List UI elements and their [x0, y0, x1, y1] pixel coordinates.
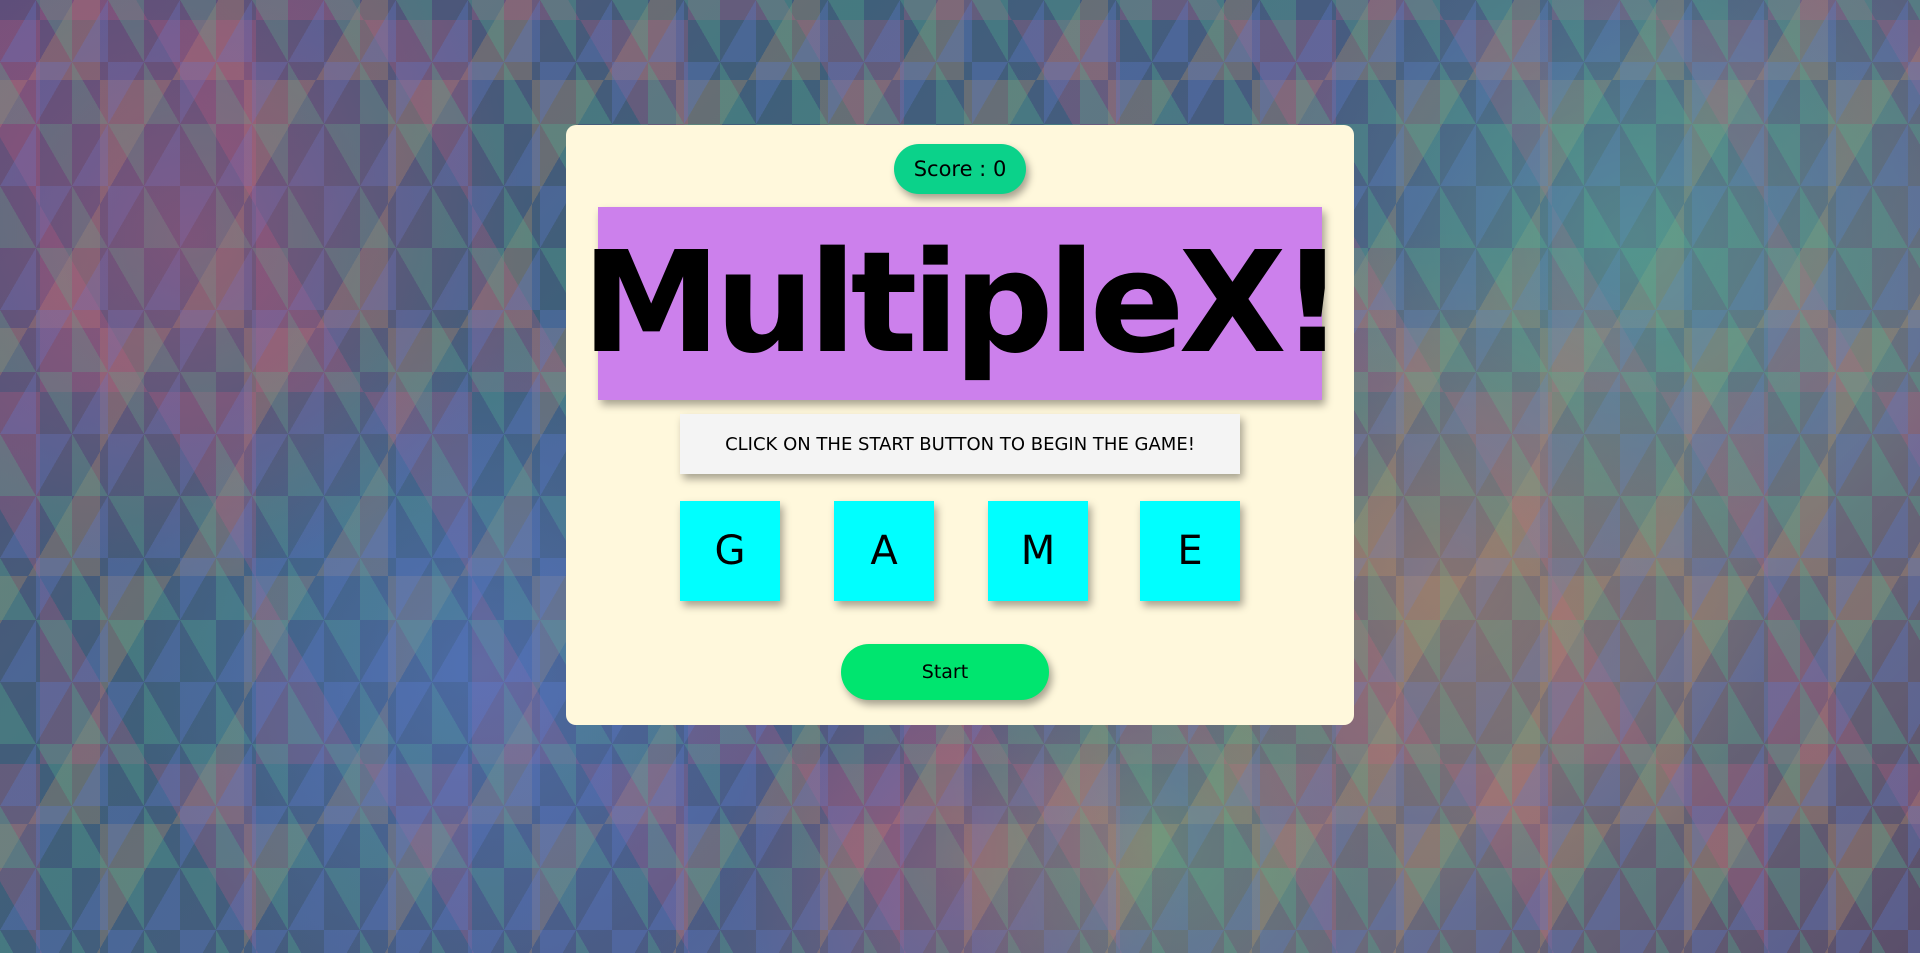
answer-tiles: G A M E: [680, 501, 1240, 601]
score-value: 0: [992, 157, 1007, 181]
start-button[interactable]: Start: [841, 644, 1049, 700]
title-banner: MultipleX!: [582, 207, 1344, 400]
instruction-message: CLICK ON THE START BUTTON TO BEGIN THE G…: [680, 414, 1240, 474]
tile-option-2[interactable]: A: [834, 501, 934, 601]
tile-option-4[interactable]: E: [1140, 501, 1240, 601]
tile-option-1[interactable]: G: [680, 501, 780, 601]
game-title: MultipleX!: [581, 221, 1345, 385]
tile-option-3[interactable]: M: [988, 501, 1088, 601]
game-card: Score : 0 MultipleX! CLICK ON THE START …: [566, 125, 1354, 725]
score-label: Score :: [913, 157, 993, 181]
score-display: Score : 0: [894, 144, 1026, 194]
